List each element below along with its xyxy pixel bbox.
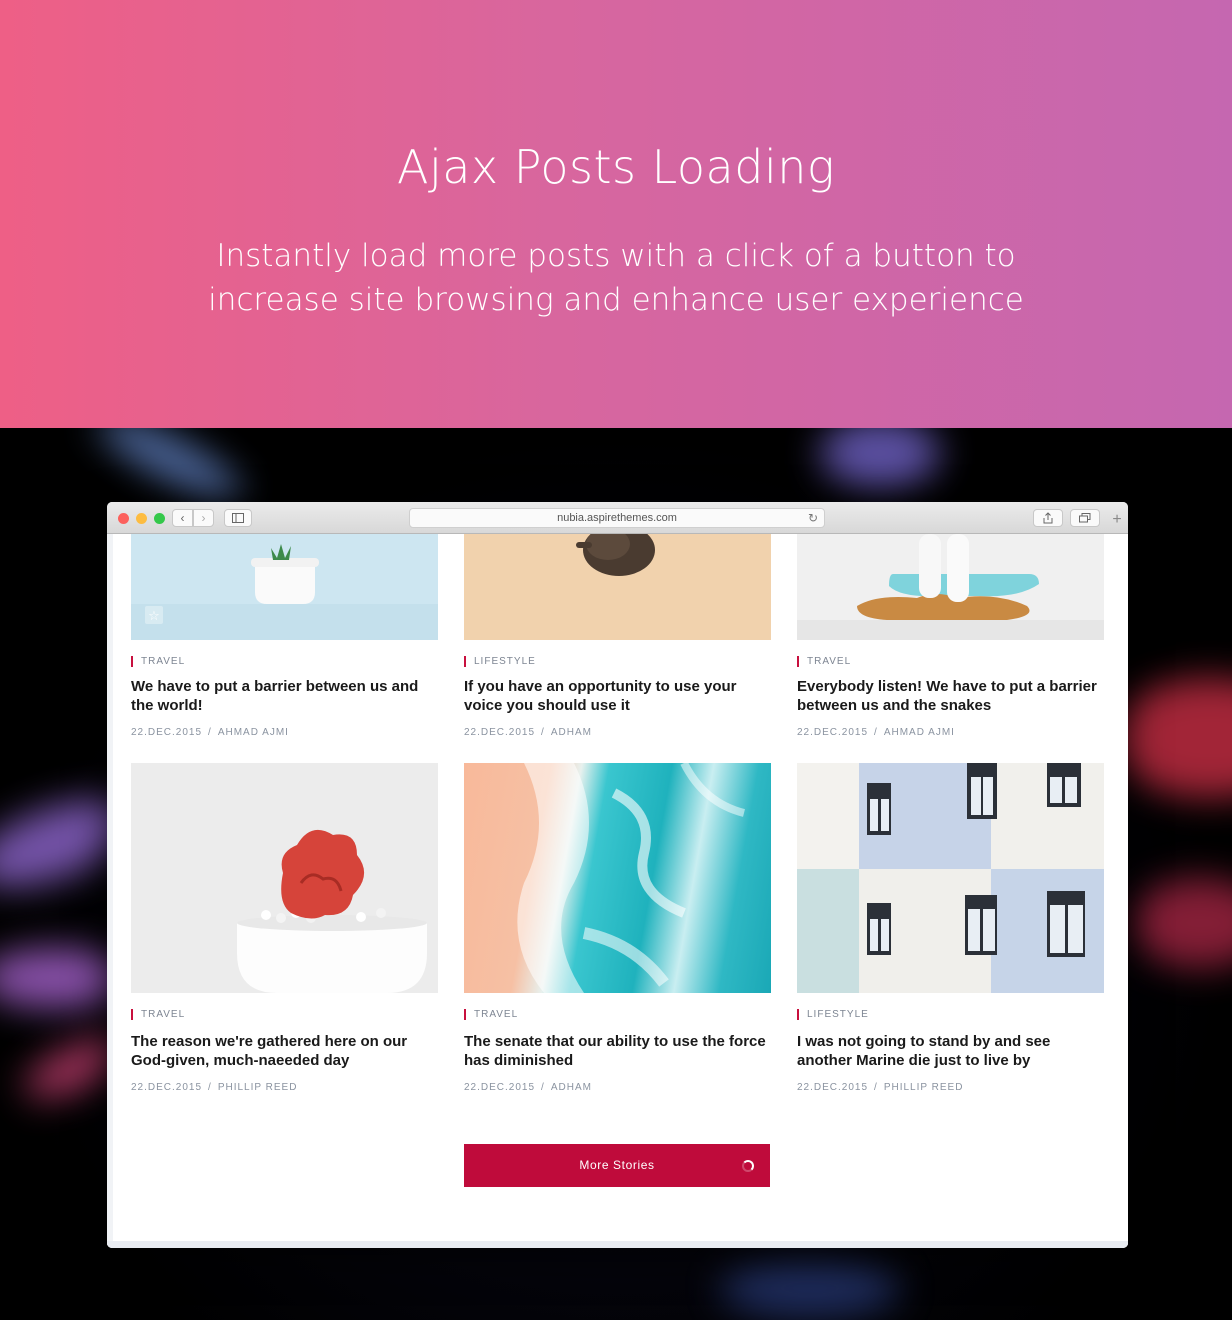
post-date: 22.DEC.2015 <box>464 727 536 738</box>
post-date: 22.DEC.2015 <box>464 1082 536 1093</box>
browser-window: ‹ › nubia.aspirethemes.com ↻ + ☆ TRAVEL … <box>107 502 1128 1248</box>
post-category[interactable]: TRAVEL <box>797 656 851 667</box>
post-author[interactable]: ADHAM <box>551 1082 592 1093</box>
post-category[interactable]: TRAVEL <box>131 1009 185 1020</box>
post-meta: 22.DEC.2015 / ADHAM <box>464 1082 592 1093</box>
loading-spinner-icon <box>742 1160 754 1172</box>
meta-separator: / <box>208 1082 212 1093</box>
post-title[interactable]: I was not going to stand by and see anot… <box>797 1032 1107 1070</box>
new-tab-button[interactable]: + <box>1107 512 1127 534</box>
hero-title: Ajax Posts Loading <box>396 140 835 194</box>
close-window-button[interactable] <box>118 513 129 524</box>
post-title[interactable]: The senate that our ability to use the f… <box>464 1032 774 1070</box>
post-date: 22.DEC.2015 <box>797 1082 869 1093</box>
post-meta: 22.DEC.2015 / ADHAM <box>464 727 592 738</box>
post-date: 22.DEC.2015 <box>131 727 203 738</box>
more-stories-button[interactable]: More Stories <box>464 1144 770 1187</box>
forward-button[interactable]: › <box>193 509 214 527</box>
tabs-overview-button[interactable] <box>1070 509 1100 527</box>
post-category[interactable]: TRAVEL <box>131 656 185 667</box>
svg-text:☆: ☆ <box>148 609 160 624</box>
post-meta: 22.DEC.2015 / PHILLIP REED <box>131 1082 297 1093</box>
maximize-window-button[interactable] <box>154 513 165 524</box>
post-title[interactable]: The reason we're gathered here on our Go… <box>131 1032 441 1070</box>
post-meta: 22.DEC.2015 / PHILLIP REED <box>797 1082 963 1093</box>
browser-toolbar: ‹ › nubia.aspirethemes.com ↻ + <box>107 502 1128 534</box>
back-button[interactable]: ‹ <box>172 509 193 527</box>
hero-banner: Ajax Posts Loading Instantly load more p… <box>0 0 1232 428</box>
share-icon <box>1043 512 1053 524</box>
post-meta: 22.DEC.2015 / AHMAD AJMI <box>131 727 289 738</box>
post-category[interactable]: LIFESTYLE <box>797 1009 869 1020</box>
page-frame-edge <box>107 534 113 1248</box>
address-bar[interactable]: nubia.aspirethemes.com ↻ <box>409 508 825 528</box>
post-title[interactable]: Everybody listen! We have to put a barri… <box>797 677 1107 715</box>
post-thumbnail[interactable] <box>131 763 438 993</box>
post-thumbnail[interactable] <box>464 534 771 640</box>
post-thumbnail[interactable] <box>797 763 1104 993</box>
meta-separator: / <box>874 1082 878 1093</box>
post-title[interactable]: We have to put a barrier between us and … <box>131 677 441 715</box>
sidebar-toggle-button[interactable] <box>224 509 252 527</box>
page-content: ☆ TRAVEL We have to put a barrier betwee… <box>107 534 1128 1248</box>
post-author[interactable]: ADHAM <box>551 727 592 738</box>
meta-separator: / <box>208 727 212 738</box>
post-author[interactable]: AHMAD AJMI <box>218 727 289 738</box>
share-button[interactable] <box>1033 509 1063 527</box>
meta-separator: / <box>874 727 878 738</box>
post-category[interactable]: TRAVEL <box>464 1009 518 1020</box>
post-thumbnail[interactable] <box>464 763 771 993</box>
meta-separator: / <box>541 1082 545 1093</box>
meta-separator: / <box>541 727 545 738</box>
post-title[interactable]: If you have an opportunity to use your v… <box>464 677 774 715</box>
page-frame-bottom <box>107 1241 1128 1248</box>
post-date: 22.DEC.2015 <box>797 727 869 738</box>
more-stories-label: More Stories <box>579 1158 655 1172</box>
post-date: 22.DEC.2015 <box>131 1082 203 1093</box>
minimize-window-button[interactable] <box>136 513 147 524</box>
post-author[interactable]: PHILLIP REED <box>884 1082 964 1093</box>
post-thumbnail[interactable] <box>797 534 1104 640</box>
post-author[interactable]: AHMAD AJMI <box>884 727 955 738</box>
hero-subtitle: Instantly load more posts with a click o… <box>208 238 1024 318</box>
sidebar-icon <box>232 513 244 523</box>
tabs-icon <box>1079 513 1091 523</box>
post-thumbnail[interactable]: ☆ <box>131 534 438 640</box>
post-author[interactable]: PHILLIP REED <box>218 1082 298 1093</box>
post-meta: 22.DEC.2015 / AHMAD AJMI <box>797 727 955 738</box>
post-category[interactable]: LIFESTYLE <box>464 656 536 667</box>
url-text: nubia.aspirethemes.com <box>557 512 677 524</box>
reload-icon[interactable]: ↻ <box>808 509 818 527</box>
